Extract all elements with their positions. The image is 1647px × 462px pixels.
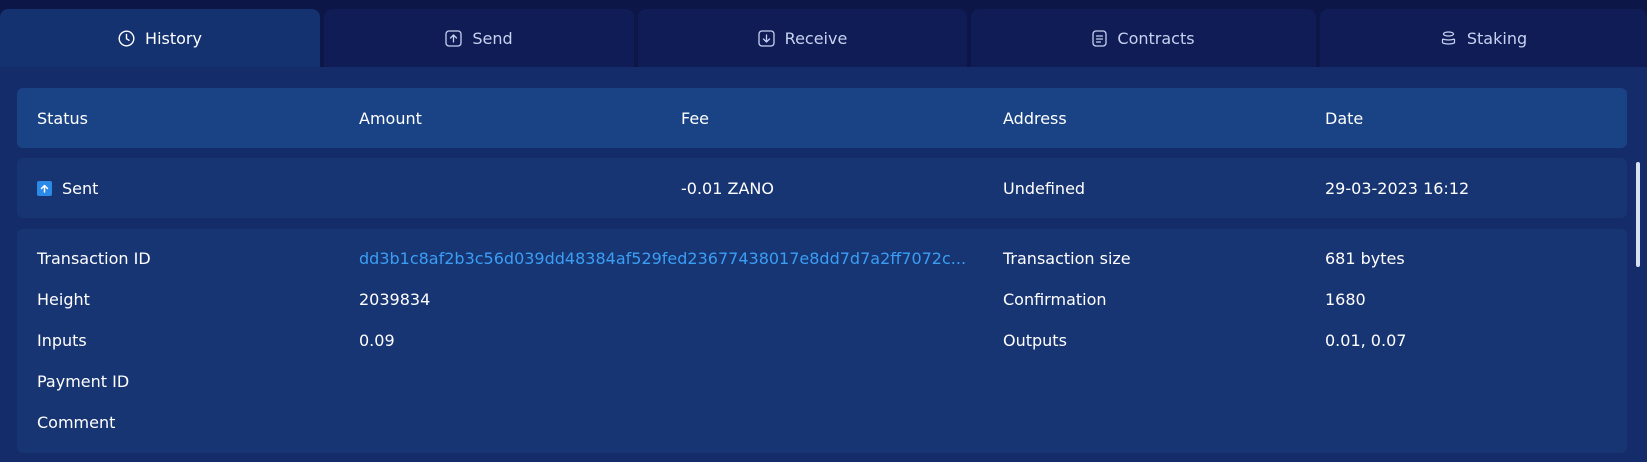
header-date[interactable]: Date <box>1325 88 1363 148</box>
tab-contracts-label: Contracts <box>1117 28 1195 48</box>
row-status: Sent <box>37 158 98 218</box>
payment-id-label: Payment ID <box>37 372 130 391</box>
transaction-id-link[interactable]: dd3b1c8af2b3c56d039dd48384af529fed236774… <box>359 249 966 268</box>
row-fee: -0.01 ZANO <box>681 178 774 198</box>
confirmation-value: 1680 <box>1325 290 1366 309</box>
tab-contracts[interactable]: Contracts <box>971 9 1316 67</box>
row-address: Undefined <box>1003 178 1086 198</box>
tab-history-label: History <box>145 28 202 48</box>
tab-staking[interactable]: Staking <box>1320 9 1647 67</box>
confirmation-label: Confirmation <box>1003 290 1107 309</box>
table-header: Status Amount Fee Address Date <box>17 88 1627 148</box>
tab-send[interactable]: Send <box>324 9 634 67</box>
height-label: Height <box>37 290 90 309</box>
header-status[interactable]: Status <box>37 88 88 148</box>
header-amount[interactable]: Amount <box>359 88 422 148</box>
header-fee[interactable]: Fee <box>681 88 709 148</box>
receive-icon <box>758 29 775 47</box>
vertical-scrollbar[interactable] <box>1636 162 1640 267</box>
tab-send-label: Send <box>472 28 513 48</box>
wallet-app: History Send Receive Contracts Staking S… <box>0 0 1647 462</box>
tab-bar: History Send Receive Contracts Staking <box>0 9 1647 67</box>
transaction-id-label: Transaction ID <box>37 249 151 268</box>
transaction-details: Transaction ID dd3b1c8af2b3c56d039dd4838… <box>17 229 1627 453</box>
inputs-label: Inputs <box>37 331 87 350</box>
row-status-label: Sent <box>62 178 99 198</box>
height-value: 2039834 <box>359 290 431 309</box>
staking-icon <box>1440 30 1457 47</box>
tab-staking-label: Staking <box>1466 28 1528 48</box>
history-panel: Status Amount Fee Address Date Sent -0.0… <box>0 67 1647 462</box>
sent-arrow-icon <box>37 180 52 196</box>
outputs-value: 0.01, 0.07 <box>1325 331 1407 350</box>
transaction-size-value: 681 bytes <box>1325 249 1405 268</box>
table-row[interactable]: Sent -0.01 ZANO Undefined 29-03-2023 16:… <box>17 158 1627 218</box>
send-icon <box>445 29 462 47</box>
header-address[interactable]: Address <box>1003 88 1067 148</box>
tab-receive[interactable]: Receive <box>638 9 967 67</box>
inputs-value: 0.09 <box>359 331 395 350</box>
comment-label: Comment <box>37 413 116 432</box>
transaction-size-label: Transaction size <box>1003 249 1131 268</box>
outputs-label: Outputs <box>1003 331 1067 350</box>
tab-history[interactable]: History <box>0 9 320 67</box>
clock-icon <box>118 29 135 47</box>
row-date: 29-03-2023 16:12 <box>1325 178 1470 198</box>
tab-receive-label: Receive <box>784 28 848 48</box>
contract-icon <box>1092 29 1108 47</box>
